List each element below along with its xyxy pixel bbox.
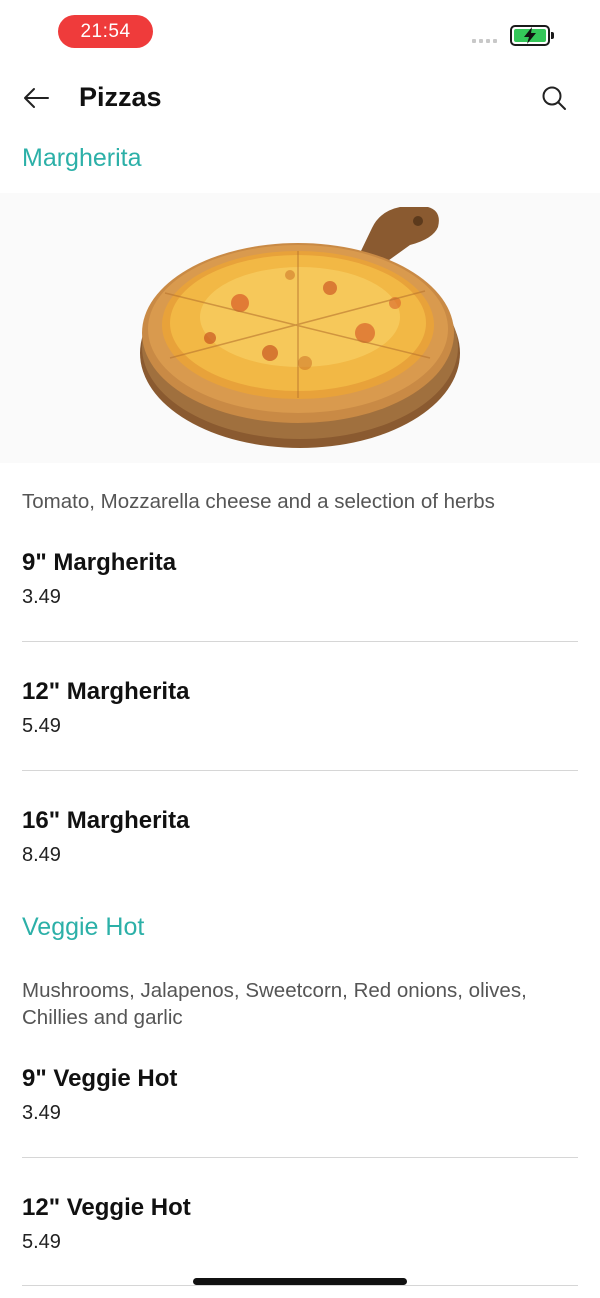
margherita-pizza-image (0, 193, 600, 463)
menu-item-9-margherita[interactable]: 9" Margherita 3.49 (22, 549, 578, 609)
divider (22, 1285, 578, 1286)
home-indicator[interactable] (193, 1278, 407, 1285)
menu-item-12-veggie-hot[interactable]: 12" Veggie Hot 5.49 (22, 1194, 578, 1254)
divider (22, 1157, 578, 1158)
menu-item-9-veggie-hot[interactable]: 9" Veggie Hot 3.49 (22, 1065, 578, 1125)
search-button[interactable] (538, 82, 570, 114)
item-price: 3.49 (22, 1102, 61, 1124)
section-description-margherita: Tomato, Mozzarella cheese and a selectio… (22, 490, 495, 513)
battery-icon (510, 25, 554, 46)
item-name: 9" Margherita (22, 549, 177, 576)
app-header: Pizzas (0, 64, 600, 132)
divider (22, 770, 578, 771)
item-name: 9" Veggie Hot (22, 1065, 178, 1092)
item-price: 5.49 (22, 715, 61, 737)
search-icon (542, 86, 566, 110)
item-name: 12" Margherita (22, 678, 190, 705)
status-bar: 21:54 (0, 0, 600, 64)
menu-item-16-margherita[interactable]: 16" Margherita 8.49 (22, 807, 578, 867)
item-name: 12" Veggie Hot (22, 1194, 191, 1221)
status-time: 21:54 (58, 15, 153, 48)
section-description-veggie-hot: Mushrooms, Jalapenos, Sweetcorn, Red oni… (22, 979, 527, 1029)
divider (22, 641, 578, 642)
item-price: 8.49 (22, 844, 61, 866)
section-title-margherita: Margherita (22, 144, 142, 172)
signal-icon (472, 39, 497, 43)
back-button[interactable] (20, 82, 52, 114)
item-price: 3.49 (22, 586, 61, 608)
menu-item-12-margherita[interactable]: 12" Margherita 5.49 (22, 678, 578, 738)
item-name: 16" Margherita (22, 807, 190, 834)
section-title-veggie-hot: Veggie Hot (22, 913, 145, 941)
arrow-left-icon (24, 88, 49, 108)
page-title: Pizzas (79, 82, 162, 112)
item-price: 5.49 (22, 1231, 61, 1253)
